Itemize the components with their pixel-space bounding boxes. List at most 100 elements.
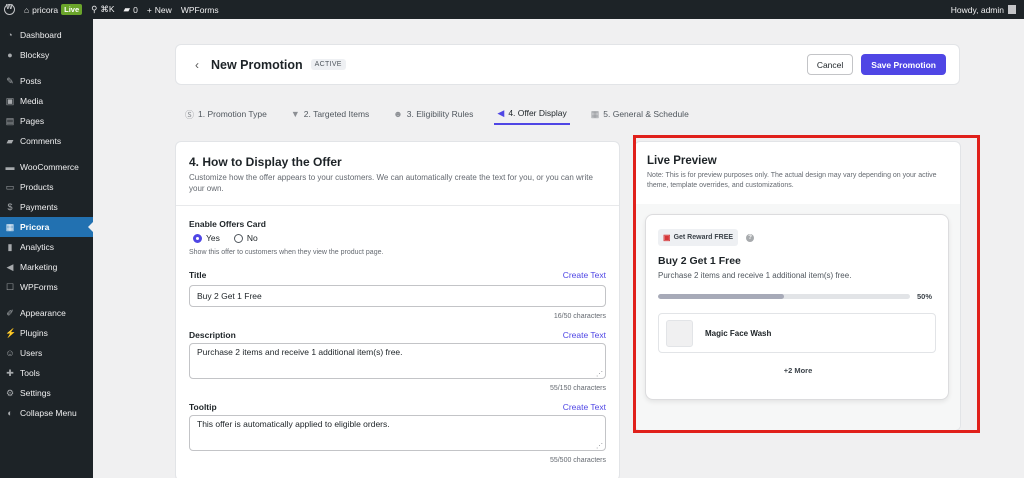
no-radio[interactable] bbox=[233, 233, 243, 243]
chevron-left-icon[interactable]: ‹ bbox=[195, 58, 199, 72]
sidebar-item-settings[interactable]: ⚙ Settings bbox=[0, 383, 93, 403]
promotion-header: ‹ New Promotion ACTIVE Cancel Save Promo… bbox=[175, 44, 960, 85]
site-name: pricora bbox=[32, 4, 59, 15]
tab-offer-display[interactable]: ◀ 4. Offer Display bbox=[494, 103, 570, 125]
description-label: Description bbox=[189, 330, 236, 340]
save-promotion-button[interactable]: Save Promotion bbox=[861, 54, 946, 75]
offer-description: Purchase 2 items and receive 1 additiona… bbox=[658, 271, 852, 280]
sidebar-item-dashboard[interactable]: ◔ Dashboard bbox=[0, 25, 93, 45]
sidebar-item-products[interactable]: ▭ Products bbox=[0, 177, 93, 197]
sidebar-item-label: Collapse Menu bbox=[20, 408, 77, 418]
wrench-icon: ✚ bbox=[6, 367, 14, 378]
step-tabs: Ⓢ 1. Promotion Type ▼ 2. Targeted Items ☻ 3… bbox=[182, 103, 710, 125]
command-search[interactable]: ⚲ ⌘K bbox=[91, 4, 114, 15]
tab-targeted-items[interactable]: ▼ 2. Targeted Items bbox=[288, 103, 372, 125]
sidebar-item-label: Pages bbox=[20, 116, 45, 126]
media-icon: ▣ bbox=[5, 95, 15, 106]
search-icon: ⚲ bbox=[91, 4, 98, 14]
plugin-icon: ⚡ bbox=[5, 327, 17, 338]
sidebar-item-pricora[interactable]: ▦ Pricora bbox=[0, 217, 93, 237]
sidebar-item-posts[interactable]: ✎ Posts bbox=[0, 71, 93, 91]
comment-icon: ▰ bbox=[123, 4, 131, 14]
tooltip-label: Tooltip bbox=[189, 402, 217, 412]
page-title: New Promotion bbox=[211, 57, 303, 72]
enable-offers-label: Enable Offers Card bbox=[189, 219, 266, 229]
sidebar-item-label: Blocksy bbox=[20, 50, 50, 60]
calendar-icon: ▦ bbox=[590, 108, 600, 119]
site-name-link[interactable]: ⌂ pricora Live bbox=[24, 4, 83, 15]
settings-icon: ⚙ bbox=[5, 387, 15, 398]
help-icon[interactable]: ? bbox=[746, 233, 755, 242]
title-char-count: 16/50 characters bbox=[553, 313, 606, 320]
user-icon: ☻ bbox=[393, 109, 403, 119]
megaphone-icon: ◀ bbox=[6, 261, 14, 272]
tooltip-textarea[interactable]: This offer is automatically applied to e… bbox=[189, 415, 606, 451]
avatar bbox=[1008, 5, 1016, 14]
cancel-button[interactable]: Cancel bbox=[806, 54, 854, 75]
sidebar-item-collapse[interactable]: ◐ Collapse Menu bbox=[0, 403, 93, 423]
tab-label: 5. General & Schedule bbox=[603, 109, 689, 119]
create-title-text-link[interactable]: Create Text bbox=[563, 270, 606, 280]
wpforms-link[interactable]: WPForms bbox=[181, 5, 219, 15]
section-title: 4. How to Display the Offer bbox=[189, 155, 342, 169]
more-products-link[interactable]: +2 More bbox=[646, 366, 950, 375]
payments-icon: $ bbox=[7, 202, 13, 212]
tab-promotion-type[interactable]: Ⓢ 1. Promotion Type bbox=[182, 103, 270, 125]
description-textarea[interactable]: Purchase 2 items and receive 1 additiona… bbox=[189, 343, 606, 379]
title-input[interactable]: Buy 2 Get 1 Free bbox=[189, 285, 606, 307]
tab-label: 2. Targeted Items bbox=[303, 109, 370, 119]
tab-eligibility-rules[interactable]: ☻ 3. Eligibility Rules bbox=[390, 103, 476, 125]
shortcut-label: ⌘K bbox=[100, 4, 115, 14]
sidebar-item-media[interactable]: ▣ Media bbox=[0, 91, 93, 111]
sidebar-item-analytics[interactable]: ▮ Analytics bbox=[0, 237, 93, 257]
sidebar-item-label: WooCommerce bbox=[20, 162, 79, 172]
sidebar-item-tools[interactable]: ✚ Tools bbox=[0, 363, 93, 383]
filter-icon: ▼ bbox=[290, 109, 300, 119]
progress-fill bbox=[658, 294, 784, 299]
description-char-count: 55/150 characters bbox=[549, 385, 606, 392]
product-item[interactable]: Magic Face Wash bbox=[658, 313, 936, 353]
pricora-icon: ▦ bbox=[5, 221, 15, 232]
comments-link[interactable]: ▰ 0 bbox=[124, 4, 138, 15]
home-icon: ⌂ bbox=[24, 4, 30, 15]
sidebar-item-marketing[interactable]: ◀ Marketing bbox=[0, 257, 93, 277]
sidebar-item-label: Marketing bbox=[20, 262, 58, 272]
account-menu[interactable]: Howdy, admin bbox=[951, 5, 1016, 15]
megaphone-icon: ◀ bbox=[497, 107, 505, 118]
reward-badge: ▣ Get Reward FREE bbox=[658, 229, 739, 246]
tab-label: 1. Promotion Type bbox=[198, 109, 267, 119]
title-label: Title bbox=[189, 270, 207, 280]
products-icon: ▭ bbox=[5, 181, 15, 192]
status-badge: ACTIVE bbox=[310, 59, 346, 70]
howdy-text: Howdy, admin bbox=[950, 4, 1004, 15]
product-thumbnail bbox=[666, 319, 693, 347]
reward-label: Get Reward FREE bbox=[673, 234, 734, 241]
sidebar-item-blocksy[interactable]: ● Blocksy bbox=[0, 45, 93, 65]
yes-radio[interactable] bbox=[193, 233, 202, 243]
wordpress-logo-icon[interactable] bbox=[4, 4, 15, 15]
new-content-link[interactable]: + New bbox=[147, 5, 172, 15]
sidebar-item-payments[interactable]: $ Payments bbox=[0, 197, 93, 217]
sidebar-item-appearance[interactable]: ✐ Appearance bbox=[0, 303, 93, 323]
dashboard-icon: ◔ bbox=[7, 30, 13, 40]
create-description-text-link[interactable]: Create Text bbox=[563, 330, 606, 340]
sidebar-item-label: WPForms bbox=[20, 282, 58, 292]
sidebar-item-woocommerce[interactable]: ▬ WooCommerce bbox=[0, 157, 93, 177]
sidebar-item-comments[interactable]: ▰ Comments bbox=[0, 131, 93, 151]
tab-label: 3. Eligibility Rules bbox=[406, 109, 474, 119]
sidebar-item-users[interactable]: ☺ Users bbox=[0, 343, 93, 363]
user-icon: ☺ bbox=[5, 348, 15, 358]
sidebar-item-label: Analytics bbox=[20, 242, 55, 252]
create-tooltip-text-link[interactable]: Create Text bbox=[563, 402, 606, 412]
sidebar-item-wpforms[interactable]: ☐ WPForms bbox=[0, 277, 93, 297]
preview-note: Note: This is for preview purposes only.… bbox=[647, 172, 937, 189]
dollar-icon: Ⓢ bbox=[185, 109, 195, 120]
sidebar-item-plugins[interactable]: ⚡ Plugins bbox=[0, 323, 93, 343]
wpforms-label: WPForms bbox=[180, 4, 219, 15]
progress-label: 50% bbox=[917, 292, 933, 301]
tab-general-schedule[interactable]: ▦ 5. General & Schedule bbox=[588, 103, 692, 125]
sidebar-item-pages[interactable]: ▤ Pages bbox=[0, 111, 93, 131]
preview-title: Live Preview bbox=[647, 155, 717, 167]
yes-label: Yes bbox=[206, 233, 220, 243]
pin-icon: ✎ bbox=[6, 75, 14, 86]
